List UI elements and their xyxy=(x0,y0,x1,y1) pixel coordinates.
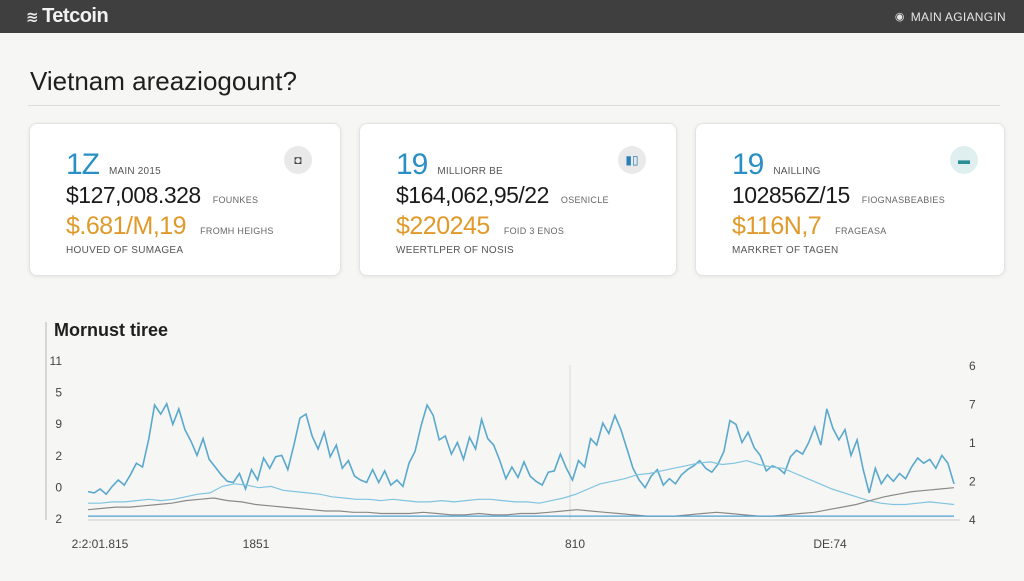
user-label: MAIN AGIANGIN xyxy=(910,9,1006,24)
card-amount-label: FIOGNASBEABIES xyxy=(861,195,946,205)
x-tick-label: 2:2:01.815 xyxy=(72,537,129,551)
title-divider xyxy=(28,105,1000,106)
top-bar: ≋ Tetcoin ◉ MAIN AGIANGIN xyxy=(0,0,1024,33)
card-amount-label: FOUNKES xyxy=(212,195,259,205)
card-big-label: MILLIORR BE xyxy=(437,166,503,177)
card-amount-label: OSENICLE xyxy=(560,195,609,205)
card-icon[interactable]: ▬ xyxy=(950,146,978,174)
y-left-tick-label: 9 xyxy=(55,417,62,431)
card-big-number: 19 xyxy=(396,148,428,181)
card-big-label: MAIN 2015 xyxy=(109,166,161,177)
stat-card-2[interactable]: ▮▯ 19 MILLIORR BE $164,062,95/22 OSENICL… xyxy=(359,123,677,276)
wallet-icon[interactable]: ◘ xyxy=(284,146,312,174)
y-left-tick-label: 11 xyxy=(50,354,63,368)
card-big-number: 1Z xyxy=(66,148,100,181)
user-menu[interactable]: ◉ MAIN AGIANGIN xyxy=(895,10,1006,24)
line-chart-svg: 11 5 9 2 0 2 6 7 1 2 4 2:2:01.815 1851 810 DE:74 xyxy=(45,322,976,551)
y-right-tick-label: 6 xyxy=(969,359,976,373)
y-right-tick-label: 1 xyxy=(969,436,976,450)
card-footer: HOUVED OF SUMAGEA xyxy=(66,245,184,256)
y-right-tick-label: 7 xyxy=(969,398,976,412)
stat-card-3[interactable]: ▬ 19 NAILLING 102856Z/15 FIOGNASBEABIES … xyxy=(695,123,1005,276)
y-left-tick-label: 2 xyxy=(55,512,62,526)
card-amount: $164,062,95/22 xyxy=(396,182,549,208)
card-highlight-label: FRAGEASA xyxy=(835,226,887,236)
card-big-label: NAILLING xyxy=(773,166,821,177)
stat-card-1[interactable]: ◘ 1Z MAIN 2015 $127,008.328 FOUNKES $.68… xyxy=(29,123,341,276)
user-icon: ◉ xyxy=(894,11,905,23)
card-big-number: 19 xyxy=(732,148,764,181)
card-highlight: $.681/M,19 xyxy=(66,212,187,240)
x-tick-label: DE:74 xyxy=(813,537,847,551)
y-left-tick-label: 0 xyxy=(55,480,62,494)
series-line-2 xyxy=(88,459,955,506)
card-highlight-label: FROMH HEIGHS xyxy=(200,226,274,236)
card-amount: $127,008.328 xyxy=(66,182,201,208)
brand-name: Tetcoin xyxy=(42,5,109,27)
card-footer: WEERTLPER OF NOSIS xyxy=(396,245,515,256)
x-tick-label: 810 xyxy=(565,537,585,551)
card-highlight: $220245 xyxy=(396,212,490,240)
chart-title: Mornust tiree xyxy=(54,320,169,340)
y-left-tick-label: 5 xyxy=(55,386,62,400)
y-left-tick-label: 2 xyxy=(55,449,62,463)
page-title: Vietnam areaziogount? xyxy=(30,66,297,96)
card-highlight-label: FOID 3 ENOS xyxy=(503,226,565,236)
y-right-tick-label: 2 xyxy=(969,475,976,489)
line-chart[interactable]: 11 5 9 2 0 2 6 7 1 2 4 2:2:01.815 1851 810 DE:74 xyxy=(0,310,1024,576)
card-footer: MARKRET OF TAGEN xyxy=(732,245,839,256)
card-highlight: $116N,7 xyxy=(732,212,822,240)
x-tick-label: 1851 xyxy=(243,537,270,551)
card-amount: 102856Z/15 xyxy=(732,182,850,208)
series-line-1 xyxy=(87,401,955,496)
y-right-tick-label: 4 xyxy=(969,513,976,527)
brand[interactable]: ≋ Tetcoin xyxy=(26,5,109,28)
stacked-coin-icon: ≋ xyxy=(26,8,39,26)
bar-chart-icon[interactable]: ▮▯ xyxy=(618,146,646,174)
